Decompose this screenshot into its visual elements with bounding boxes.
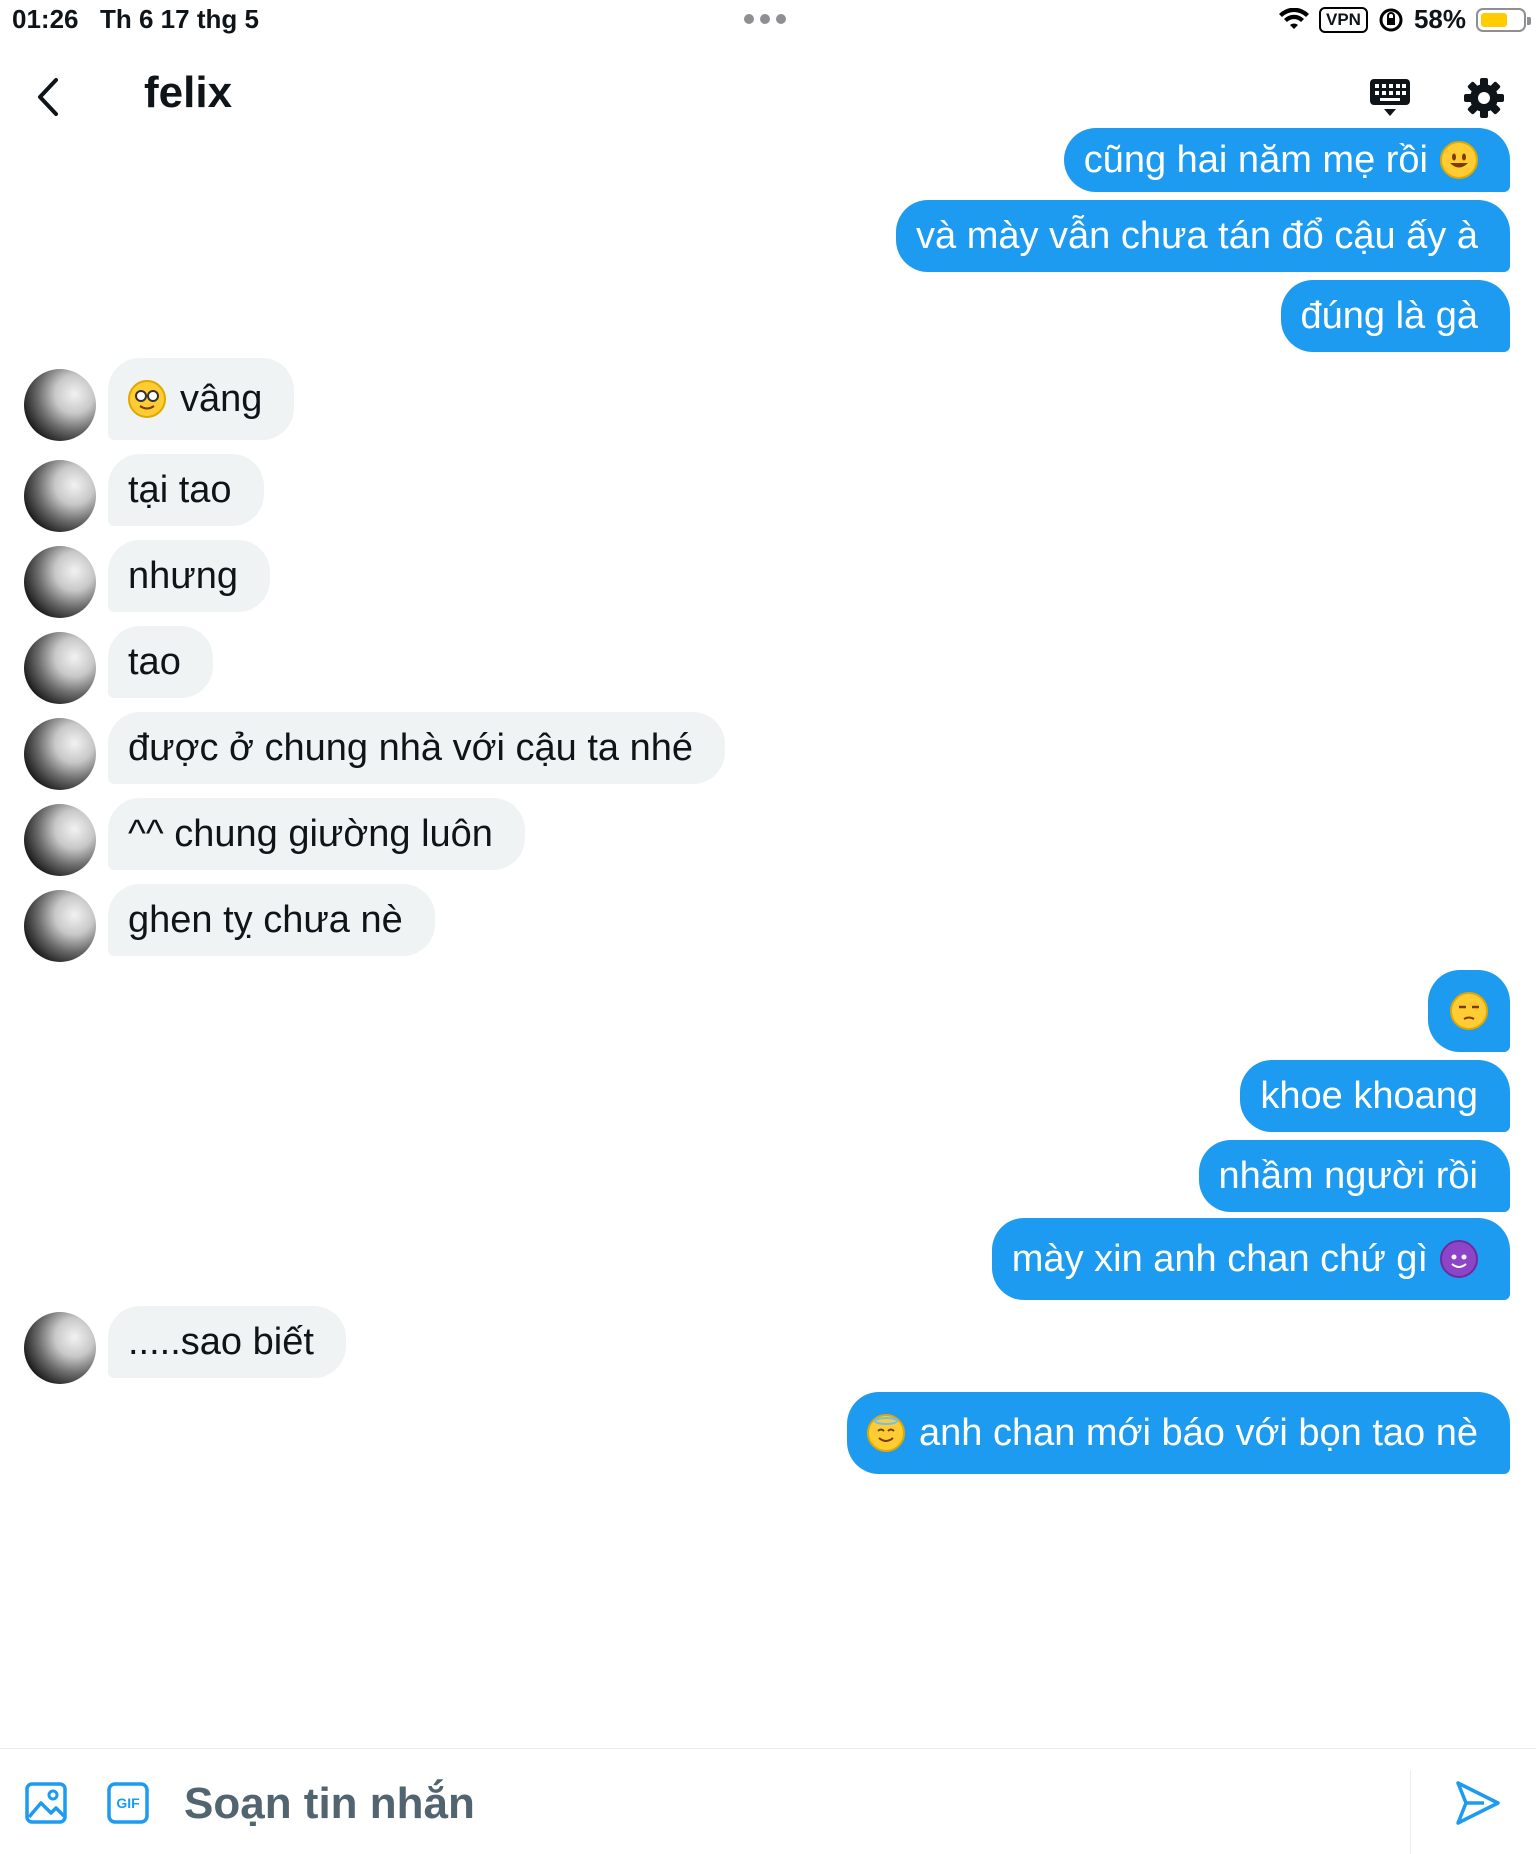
- message-bubble[interactable]: .....sao biết: [108, 1306, 346, 1378]
- message-text: tại tao: [128, 469, 232, 511]
- message-bubble[interactable]: tại tao: [108, 454, 264, 526]
- sent-message-row: anh chan mới báo với bọn tao nè: [0, 1392, 1536, 1474]
- sent-message-row: và mày vẫn chưa tán đổ cậu ấy à: [0, 200, 1536, 272]
- message-text: ghen tỵ chưa nè: [128, 899, 403, 941]
- message-text: vâng: [180, 378, 263, 420]
- message-bubble[interactable]: mày xin anh chan chứ gì: [991, 1218, 1510, 1300]
- message-bubble[interactable]: [1428, 970, 1510, 1052]
- multitasking-dots-icon[interactable]: [744, 14, 786, 24]
- sent-message-row: mày xin anh chan chứ gì: [0, 1218, 1536, 1300]
- page-title: felix: [144, 68, 233, 117]
- wifi-icon: [1278, 7, 1309, 29]
- received-message-row: ghen tỵ chưa nè: [0, 884, 1536, 962]
- message-composer: GIF: [0, 1748, 1536, 1854]
- sent-message-row: nhầm người rồi: [0, 1140, 1536, 1212]
- avatar[interactable]: [24, 632, 96, 704]
- send-icon: [1456, 1781, 1500, 1825]
- received-message-row: nhưng: [0, 540, 1536, 618]
- sent-message-row: khoe khoang: [0, 1060, 1536, 1132]
- message-text: cũng hai năm mẹ rồi: [1083, 139, 1428, 181]
- received-message-row: tại tao: [0, 454, 1536, 532]
- message-bubble[interactable]: vâng: [108, 358, 295, 440]
- avatar[interactable]: [24, 718, 96, 790]
- received-message-row: tao: [0, 626, 1536, 704]
- gear-icon: [1464, 78, 1504, 118]
- status-bar: 01:26 Th 6 17 thg 5 VPN 58%: [0, 0, 1536, 40]
- message-bubble[interactable]: đúng là gà: [1280, 280, 1510, 352]
- orientation-lock-icon: [1379, 8, 1403, 31]
- avatar[interactable]: [24, 546, 96, 618]
- message-bubble[interactable]: ghen tỵ chưa nè: [108, 884, 435, 956]
- received-message-row: được ở chung nhà với cậu ta nhé: [0, 712, 1536, 790]
- avatar[interactable]: [24, 460, 96, 532]
- message-text: nhầm người rồi: [1218, 1155, 1478, 1197]
- battery-percent: 58%: [1413, 4, 1466, 34]
- message-bubble[interactable]: nhầm người rồi: [1198, 1140, 1510, 1212]
- settings-button[interactable]: [1456, 70, 1512, 126]
- message-text: nhưng: [128, 555, 238, 597]
- add-image-button[interactable]: [24, 1781, 72, 1829]
- status-date: Th 6 17 thg 5: [100, 4, 259, 34]
- avatar[interactable]: [24, 890, 96, 962]
- received-message-row: .....sao biết: [0, 1306, 1536, 1384]
- chevron-left-icon: [38, 78, 58, 116]
- message-input[interactable]: [184, 1771, 1384, 1837]
- message-bubble[interactable]: anh chan mới báo với bọn tao nè: [847, 1392, 1510, 1474]
- message-text: anh chan mới báo với bọn tao nè: [919, 1412, 1478, 1454]
- message-text: và mày vẫn chưa tán đổ cậu ấy à: [916, 215, 1478, 257]
- message-text: được ở chung nhà với cậu ta nhé: [128, 727, 693, 769]
- message-text: .....sao biết: [128, 1321, 314, 1363]
- add-gif-button[interactable]: GIF: [106, 1781, 154, 1829]
- smiling-imp-emoji-icon: [1440, 1240, 1478, 1278]
- battery-icon: [1476, 7, 1531, 32]
- message-text: khoe khoang: [1260, 1075, 1478, 1117]
- grinning-face-emoji-icon: [1440, 141, 1478, 179]
- avatar[interactable]: [24, 1312, 96, 1384]
- nerd-face-emoji-icon: [128, 380, 166, 418]
- message-text: tao: [128, 641, 181, 683]
- composer-divider: [1410, 1771, 1411, 1854]
- message-bubble[interactable]: ^^ chung giường luôn: [108, 798, 525, 870]
- message-bubble[interactable]: tao: [108, 626, 213, 698]
- avatar[interactable]: [24, 369, 96, 441]
- message-bubble[interactable]: khoe khoang: [1240, 1060, 1510, 1132]
- message-list[interactable]: cũng hai năm mẹ rồi và mày vẫn chưa tán đ…: [0, 128, 1536, 1740]
- message-bubble[interactable]: và mày vẫn chưa tán đổ cậu ấy à: [896, 200, 1510, 272]
- send-button[interactable]: [1454, 1779, 1506, 1831]
- message-bubble[interactable]: cũng hai năm mẹ rồi: [1063, 128, 1510, 192]
- message-bubble[interactable]: được ở chung nhà với cậu ta nhé: [108, 712, 725, 784]
- unamused-face-emoji-icon: [1450, 992, 1488, 1030]
- received-message-row: vâng: [0, 358, 1536, 441]
- message-text: đúng là gà: [1300, 295, 1479, 337]
- message-text: mày xin anh chan chứ gì: [1011, 1238, 1428, 1280]
- sent-message-row: cũng hai năm mẹ rồi: [0, 128, 1536, 192]
- smiling-face-with-halo-emoji-icon: [867, 1414, 906, 1452]
- image-icon: [25, 1782, 67, 1824]
- message-text: ^^ chung giường luôn: [128, 813, 493, 855]
- sent-message-row: [0, 970, 1536, 1052]
- sent-message-row: đúng là gà: [0, 280, 1536, 352]
- keyboard-toggle-button[interactable]: [1362, 70, 1418, 126]
- gif-label: GIF: [116, 1795, 140, 1811]
- status-time: 01:26: [12, 4, 79, 34]
- conversation-header: felix: [0, 50, 1536, 140]
- message-bubble[interactable]: nhưng: [108, 540, 270, 612]
- keyboard-icon: [1370, 79, 1410, 116]
- back-button[interactable]: [22, 72, 72, 122]
- received-message-row: ^^ chung giường luôn: [0, 798, 1536, 876]
- vpn-badge: VPN: [1318, 6, 1368, 33]
- avatar[interactable]: [24, 804, 96, 876]
